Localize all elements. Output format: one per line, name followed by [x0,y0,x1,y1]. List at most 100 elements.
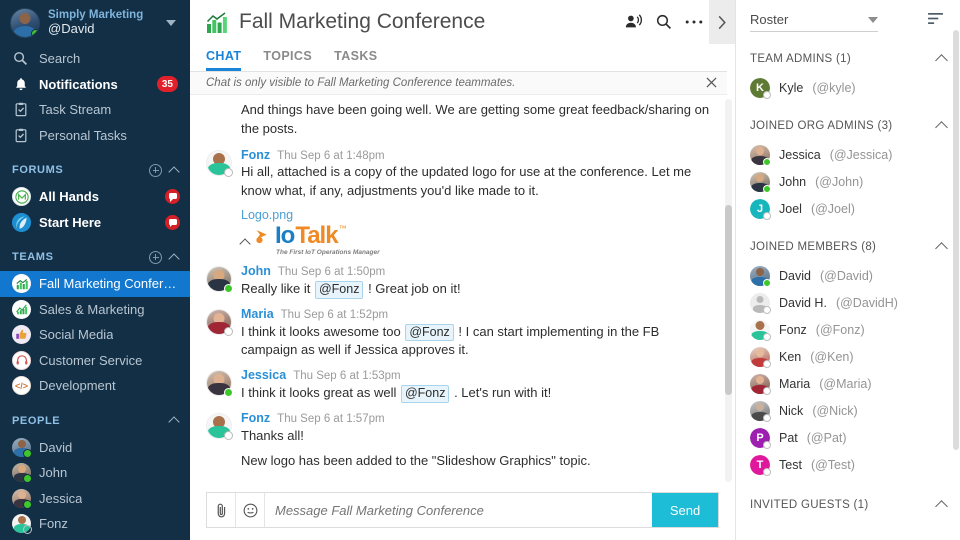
roster-section-team-admins: TEAM ADMINS (1) [736,44,960,74]
presence-indicator [763,386,771,395]
roster-member-david[interactable]: David (@David) [736,262,960,289]
paperclip-icon[interactable] [207,493,236,527]
attachment-filename[interactable]: Logo.png [241,208,711,222]
search-icon [12,51,29,66]
message-author[interactable]: Fonz [241,411,270,426]
avatar [750,400,771,422]
chevron-down-icon[interactable] [166,20,176,26]
unread-badge [165,189,180,205]
roster-scrollbar[interactable] [953,30,959,450]
sidebar-person-maria[interactable]: Maria [0,537,190,540]
sidebar-item-all-hands[interactable]: All Hands [0,184,190,210]
sidebar-person-david[interactable]: David [0,435,190,461]
scrollbar-thumb[interactable] [725,205,732,395]
filter-icon[interactable] [923,8,948,32]
sidebar-person-john[interactable]: John [0,460,190,486]
message-author[interactable]: John [241,264,271,279]
caret-up-icon[interactable] [935,500,948,513]
roster-member-handle: (@Maria) [819,376,872,391]
channel-header: Fall Marketing Conference [190,0,735,44]
plus-circle-icon[interactable] [149,250,162,264]
avatar [10,8,40,38]
roster-view-select[interactable]: Roster [750,8,878,32]
thumbs-up-icon [12,325,31,345]
roster-member-kyle[interactable]: K Kyle (@kyle) [736,74,960,101]
send-button[interactable]: Send [652,493,718,527]
message-input[interactable] [265,493,652,527]
mention-chip[interactable]: @Fonz [400,385,450,403]
roster-member-handle: (@Nick) [812,403,858,418]
roster-member-fonz[interactable]: Fonz (@Fonz) [736,316,960,343]
roster-member-ken[interactable]: Ken (@Ken) [736,343,960,370]
tab-topics[interactable]: TOPICS [263,49,312,71]
chevron-right-icon[interactable] [709,0,735,44]
tab-tasks[interactable]: TASKS [334,49,377,71]
avatar [12,437,32,458]
roster-member-name: Kyle [779,80,804,95]
roster-member-john[interactable]: John (@John) [736,168,960,195]
plus-circle-icon[interactable] [149,163,162,177]
sidebar-item-notifications[interactable]: Notifications 35 [0,72,190,98]
org-switcher[interactable]: Simply Marketing @David [0,0,190,46]
caret-up-icon[interactable] [935,242,948,255]
avatar: P [750,427,771,449]
message-text-part: . Let's run with it! [450,385,552,401]
sidebar-item-label: Fall Marketing Conference [39,276,180,292]
avatar: T [750,454,771,476]
roster-member-davidh[interactable]: David H. (@DavidH) [736,289,960,316]
caret-up-icon[interactable] [935,121,948,134]
roster-member-handle: (@David) [819,268,873,283]
presence-indicator [763,359,771,368]
logo-text-io: Io [275,222,295,250]
headset-icon [12,350,31,370]
sidebar-item-social-media[interactable]: Social Media [0,322,190,348]
roster-member-pat[interactable]: P Pat (@Pat) [736,424,960,451]
caret-up-icon[interactable] [168,252,180,265]
sidebar-person-fonz[interactable]: Fonz [0,511,190,537]
roster-member-jessica[interactable]: Jessica (@Jessica) [736,141,960,168]
sidebar-person-jessica[interactable]: Jessica [0,486,190,512]
message-author[interactable]: Maria [241,307,274,322]
message-text-part: Really like it [241,280,314,296]
sidebar-item-personal-tasks[interactable]: Personal Tasks [0,123,190,149]
roster-member-name: David [779,268,811,283]
logo-tagline: The First IoT Operations Manager [276,249,380,257]
message-author[interactable]: Jessica [241,368,286,383]
mention-chip[interactable]: @Fonz [314,280,364,299]
avatar [750,373,771,395]
caret-up-icon[interactable] [168,416,180,428]
announce-icon[interactable] [619,0,649,44]
caret-up-icon[interactable] [935,54,948,67]
emoji-icon[interactable] [236,493,265,527]
presence-indicator [763,157,771,166]
close-icon[interactable] [706,76,717,91]
roster-member-maria[interactable]: Maria (@Maria) [736,370,960,397]
notice-text: Chat is only visible to Fall Marketing C… [206,77,516,89]
roster-member-nick[interactable]: Nick (@Nick) [736,397,960,424]
roster-member-handle: (@Pat) [806,430,847,445]
sidebar-item-start-here[interactable]: Start Here [0,210,190,236]
roster-member-handle: (@DavidH) [835,295,898,310]
roster-member-name: Nick [779,403,804,418]
sidebar-person-label: Jessica [39,490,83,506]
tab-chat[interactable]: CHAT [206,49,242,71]
roster-section-invited-guests: INVITED GUESTS (1) [736,490,960,520]
sidebar-item-sales-marketing[interactable]: Sales & Marketing [0,297,190,323]
mention-chip[interactable]: @Fonz [405,323,454,342]
message-timestamp: Thu Sep 6 at 1:53pm [293,370,401,383]
roster-member-joel[interactable]: J Joel (@Joel) [736,195,960,222]
search-icon[interactable] [649,0,679,44]
sidebar-item-development[interactable]: </> Development [0,373,190,399]
more-options-icon[interactable] [679,0,709,44]
sidebar-item-search[interactable]: Search [0,46,190,72]
sidebar-item-fall-marketing-conference[interactable]: Fall Marketing Conference [0,271,190,297]
sidebar-item-task-stream[interactable]: Task Stream [0,97,190,123]
sidebar-item-customer-service[interactable]: Customer Service [0,348,190,374]
code-icon: </> [12,376,31,396]
section-header-teams: TEAMS [0,243,190,271]
roster-member-test[interactable]: T Test (@Test) [736,451,960,478]
caret-up-icon[interactable] [239,238,251,250]
message-author[interactable]: Fonz [241,148,270,163]
message-text: Hi all, attached is a copy of the update… [241,164,692,199]
caret-up-icon[interactable] [168,165,180,178]
